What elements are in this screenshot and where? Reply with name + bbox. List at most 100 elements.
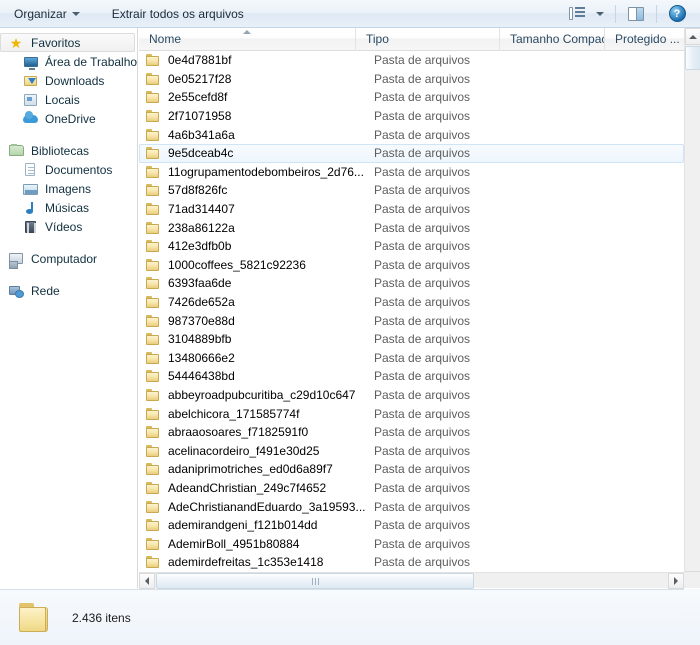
scrollbar-corner <box>684 572 700 588</box>
table-row[interactable]: 0e4d7881bf Pasta de arquivos <box>139 51 684 70</box>
file-name-cell: AdeandChristian_249c7f4652 <box>168 480 327 495</box>
network-icon <box>9 283 25 299</box>
table-row[interactable]: acelinacordeiro_f491e30d25 Pasta de arqui… <box>139 441 684 460</box>
table-row[interactable]: 1000coffees_5821c92236 Pasta de arquivos <box>139 256 684 275</box>
sidebar-item-rede[interactable]: Rede <box>0 281 137 300</box>
preview-pane-button[interactable] <box>623 3 649 25</box>
file-name-cell: ademirandgeni_f121b014dd <box>168 518 318 533</box>
item-count-label: 2.436 itens <box>72 610 131 625</box>
table-row[interactable]: 71ad314407 Pasta de arquivos <box>139 200 684 219</box>
libraries-icon <box>9 143 25 159</box>
table-row[interactable]: abelchicora_171585774f Pasta de arquivos <box>139 404 684 423</box>
file-name-cell: 238a86122a <box>168 220 235 235</box>
toolbar-separator <box>615 4 616 23</box>
grip-line <box>314 577 316 585</box>
table-row[interactable]: 11ogrupamentodebombeiros_2d76... Pasta de… <box>139 163 684 182</box>
folder-icon <box>140 500 162 513</box>
file-name-cell: 9e5dceab4c <box>168 146 234 161</box>
cloud-icon <box>23 110 39 127</box>
file-type-cell: Pasta de arquivos <box>374 276 471 291</box>
folder-icon <box>140 296 162 309</box>
sidebar-item-videos[interactable]: Vídeos <box>0 217 137 236</box>
folder-icon <box>140 388 162 401</box>
help-button[interactable]: ? <box>664 3 690 25</box>
change-view-dropdown[interactable] <box>592 3 608 25</box>
table-row[interactable]: abraaosoares_f7182591f0 Pasta de arquivos <box>139 423 684 442</box>
column-header-row: Nome Tipo Tamanho Compact... Protegido .… <box>139 28 684 51</box>
sidebar-item-area-de-trabalho[interactable]: Área de Trabalho <box>0 52 137 71</box>
file-type-cell: Pasta de arquivos <box>374 518 471 533</box>
table-row[interactable]: 3104889bfb Pasta de arquivos <box>139 330 684 349</box>
table-row[interactable]: 57d8f826fc Pasta de arquivos <box>139 181 684 200</box>
sidebar-item-label: Downloads <box>45 73 105 88</box>
file-type-cell: Pasta de arquivos <box>374 555 471 570</box>
table-row[interactable]: adaniprimotriches_ed0d6a89f7 Pasta de arq… <box>139 460 684 479</box>
file-name-cell: 1000coffees_5821c92236 <box>168 257 306 272</box>
organize-label: Organizar <box>14 6 67 21</box>
sidebar-item-label: Vídeos <box>45 219 83 234</box>
column-header-label: Tamanho Compact... <box>510 32 604 46</box>
table-row[interactable]: ademirdefreitas_1c353e1418 Pasta de arqui… <box>139 553 684 572</box>
toolbar-right-group: ? <box>564 3 700 25</box>
table-row[interactable]: 9e5dceab4c Pasta de arquivos <box>139 143 684 163</box>
status-bar: 2.436 itens <box>0 589 700 645</box>
file-name-cell: abbeyroadpubcuritiba_c29d10c647 <box>168 387 356 402</box>
folder-icon <box>140 333 162 346</box>
file-name-cell: 2f71071958 <box>168 109 232 124</box>
table-row[interactable]: 2f71071958 Pasta de arquivos <box>139 107 684 126</box>
table-row[interactable]: 238a86122a Pasta de arquivos <box>139 218 684 237</box>
table-row[interactable]: 54446438bd Pasta de arquivos <box>139 367 684 386</box>
folder-icon <box>140 54 162 67</box>
file-type-cell: Pasta de arquivos <box>374 164 471 179</box>
column-header-protegido[interactable]: Protegido ... <box>605 28 684 51</box>
scroll-up-button[interactable] <box>685 28 700 45</box>
chevron-down-icon <box>71 11 80 16</box>
folder-icon <box>140 426 162 439</box>
table-row[interactable]: 7426de652a Pasta de arquivos <box>139 293 684 312</box>
file-type-cell: Pasta de arquivos <box>374 387 471 402</box>
vertical-scrollbar[interactable] <box>684 28 700 588</box>
sidebar-item-label: OneDrive <box>45 111 96 126</box>
column-header-tamanho-compactado[interactable]: Tamanho Compact... <box>500 28 605 51</box>
table-row[interactable]: 412e3dfb0b Pasta de arquivos <box>139 237 684 256</box>
column-header-nome[interactable]: Nome <box>139 28 356 51</box>
horizontal-scrollbar[interactable] <box>139 572 684 589</box>
table-row[interactable]: 2e55cefd8f Pasta de arquivos <box>139 88 684 107</box>
scroll-right-button[interactable] <box>668 573 684 589</box>
sidebar-item-onedrive[interactable]: OneDrive <box>0 109 137 128</box>
extract-all-button[interactable]: Extrair todos os arquivos <box>102 3 254 25</box>
scroll-left-button[interactable] <box>139 573 155 589</box>
table-row[interactable]: abbeyroadpubcuritiba_c29d10c647 Pasta de … <box>139 386 684 405</box>
file-name-cell: 3104889bfb <box>168 332 232 347</box>
horizontal-scrollbar-thumb[interactable] <box>156 573 474 589</box>
table-row[interactable]: 987370e88d Pasta de arquivos <box>139 311 684 330</box>
sidebar-item-bibliotecas[interactable]: Bibliotecas <box>0 141 137 160</box>
sidebar-item-downloads[interactable]: Downloads <box>0 71 137 90</box>
sidebar-item-documentos[interactable]: Documentos <box>0 160 137 179</box>
sidebar-item-musicas[interactable]: Músicas <box>0 198 137 217</box>
sidebar-item-computador[interactable]: Computador <box>0 249 137 269</box>
file-name-cell: 11ogrupamentodebombeiros_2d76... <box>168 164 364 179</box>
navigation-pane[interactable]: ★ Favoritos Área de Trabalho Downloads L… <box>0 28 138 588</box>
table-row[interactable]: 13480666e2 Pasta de arquivos <box>139 349 684 368</box>
table-row[interactable]: AdemirBoll_4951b80884 Pasta de arquivos <box>139 534 684 553</box>
table-row[interactable]: AdeandChristian_249c7f4652 Pasta de arqui… <box>139 479 684 498</box>
folder-icon <box>140 221 162 234</box>
sidebar-item-favoritos[interactable]: ★ Favoritos <box>0 33 135 52</box>
table-row[interactable]: 4a6b341a6a Pasta de arquivos <box>139 125 684 144</box>
column-header-tipo[interactable]: Tipo <box>356 28 500 51</box>
table-row[interactable]: 0e05217f28 Pasta de arquivos <box>139 70 684 89</box>
organize-button[interactable]: Organizar <box>4 3 90 25</box>
table-row[interactable]: ademirandgeni_f121b014dd Pasta de arquivo… <box>139 516 684 535</box>
sidebar-item-imagens[interactable]: Imagens <box>0 179 137 198</box>
sidebar-item-locais[interactable]: Locais <box>0 90 137 109</box>
folder-icon <box>140 240 162 253</box>
change-view-button[interactable] <box>564 3 590 25</box>
triangle-right-icon <box>674 577 678 585</box>
file-type-cell: Pasta de arquivos <box>374 183 471 198</box>
table-row[interactable]: 6393faa6de Pasta de arquivos <box>139 274 684 293</box>
help-icon: ? <box>668 5 686 22</box>
table-row[interactable]: AdeChristianandEduardo_3a19593... Pasta d… <box>139 497 684 516</box>
vertical-scrollbar-thumb[interactable] <box>685 46 700 70</box>
